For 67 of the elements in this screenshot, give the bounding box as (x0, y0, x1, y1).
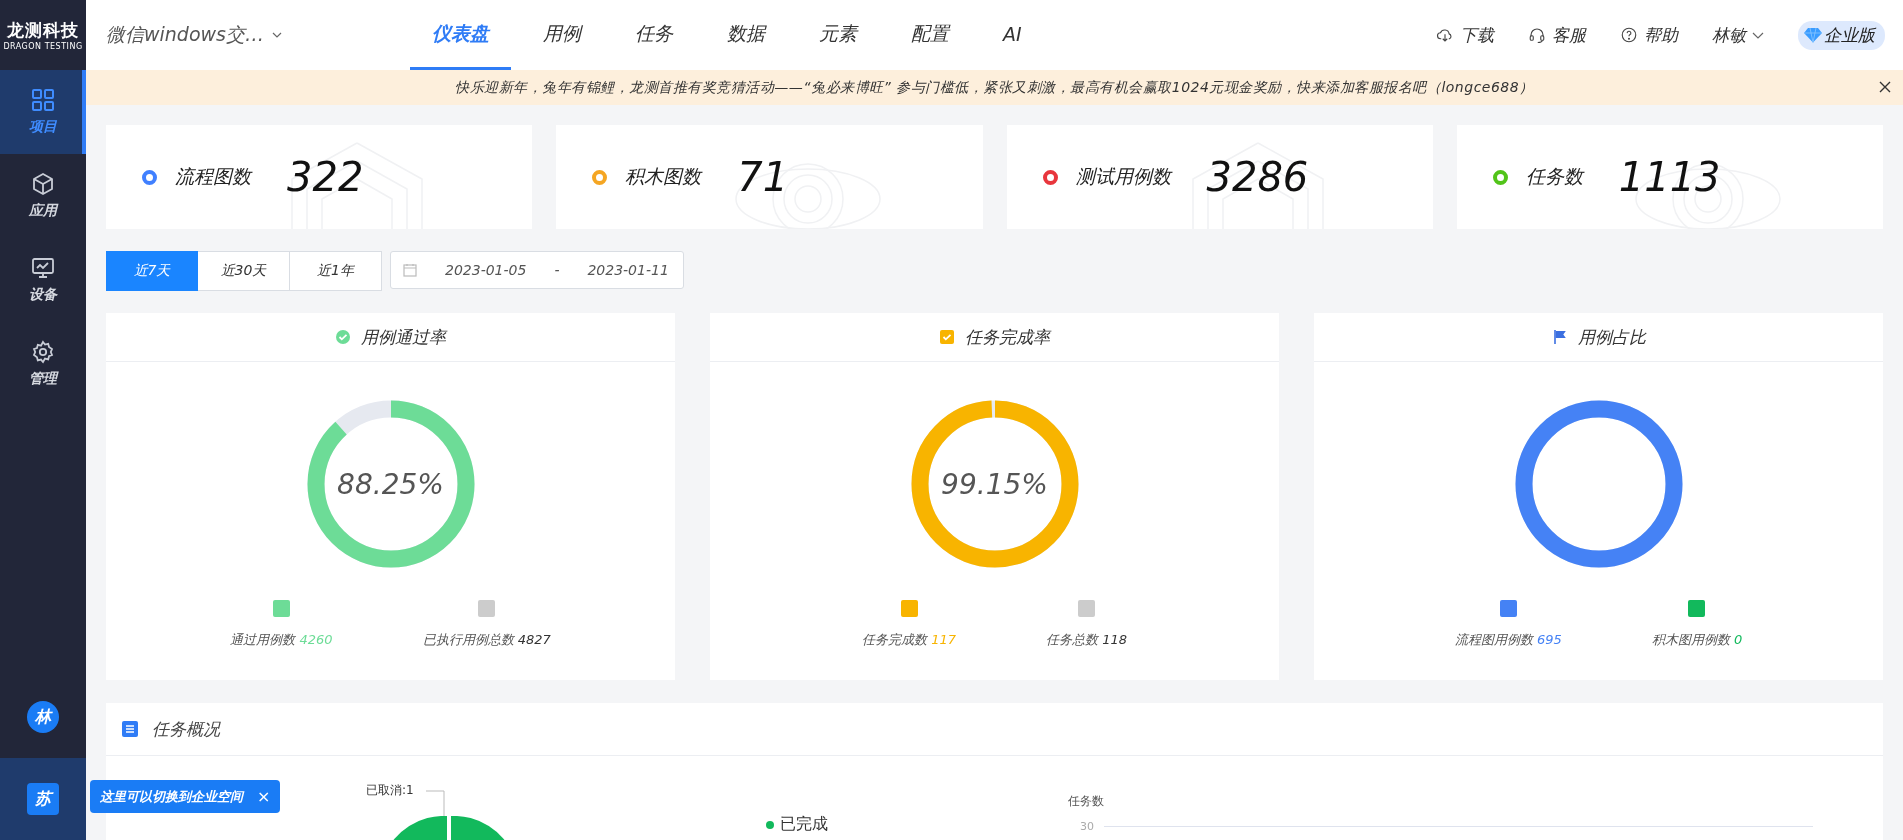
flag-icon (1551, 329, 1568, 345)
grid-icon (31, 88, 55, 112)
nav-tab[interactable]: 任务 (613, 0, 695, 70)
cube-icon (31, 172, 55, 196)
avatar[interactable]: 林 (27, 701, 59, 733)
calendar-icon (403, 263, 417, 277)
tooltip-text: 这里可以切换到企业空间 (100, 787, 243, 806)
stat-value: 322 (287, 154, 364, 200)
close-icon (1879, 81, 1891, 93)
legend-label: 流程图用例数 695 (1454, 631, 1562, 649)
chevron-down-icon (272, 32, 282, 38)
nav-tab[interactable]: 用例 (521, 0, 603, 70)
axis-tick: 30 (1079, 820, 1094, 833)
legend-label: 通过用例数 4260 (230, 631, 333, 649)
chevron-down-icon (1752, 31, 1764, 39)
help-icon (1620, 26, 1638, 44)
project-dropdown[interactable]: 微信windows交… (106, 22, 356, 48)
stat-label: 任务数 (1525, 164, 1583, 189)
avatar[interactable]: 苏 (27, 783, 59, 815)
range-button[interactable]: 近30天 (198, 251, 290, 291)
sidebar-item[interactable]: 管理 (0, 322, 86, 406)
stat-label: 积木图数 (625, 164, 702, 189)
toolbar-link[interactable]: 帮助 (1620, 23, 1678, 47)
pie-label: 已取消:1 (366, 782, 414, 799)
logo-title: 龙测科技 (7, 19, 79, 42)
card-title: 用例占比 (1577, 325, 1646, 349)
monitor-icon (31, 256, 55, 280)
date-range-field[interactable]: 2023-01-05 - 2023-01-11 (390, 251, 684, 289)
card-title: 任务概况 (152, 717, 220, 741)
nav-tab[interactable]: 元素 (797, 0, 879, 70)
toolbar-link[interactable]: 下载 (1436, 23, 1494, 47)
card-title: 用例通过率 (361, 325, 446, 349)
headset-icon (1528, 26, 1546, 44)
close-button[interactable]: × (257, 787, 271, 806)
legend-label: 积木图用例数 0 (1651, 631, 1743, 649)
settings-icon (31, 340, 55, 364)
check-circle-icon (335, 329, 351, 345)
checkbox-icon (939, 329, 955, 345)
logo-subtitle: DRAGON TESTING (3, 42, 83, 51)
legend-label: 任务完成数 117 (862, 631, 956, 649)
nav-tab[interactable]: 数据 (705, 0, 787, 70)
percentage-value: 88.25% (336, 466, 445, 503)
sidebar-item[interactable]: 设备 (0, 238, 86, 322)
toolbar-link[interactable]: 客服 (1528, 23, 1586, 47)
stat-label: 测试用例数 (1075, 164, 1171, 189)
axis-title: 任务数 (1068, 794, 1104, 808)
stat-value: 71 (737, 154, 789, 200)
nav-tab[interactable]: AI (981, 0, 1044, 70)
banner-text: 快乐迎新年，兔年有锦鲤，龙测首推有奖竞猜活动——“兔必来博旺” 参与门槛低，紧张又刺激，最高有机会赢取1024元现金奖励，快来添加客服报名吧（longce688） (455, 78, 1534, 97)
user-menu[interactable]: 林敏 (1712, 23, 1764, 47)
sidebar-item[interactable]: 应用 (0, 154, 86, 238)
card-title: 任务完成率 (965, 325, 1050, 349)
stat-label: 流程图数 (175, 164, 251, 189)
list-icon (122, 721, 138, 737)
range-button[interactable]: 近7天 (106, 251, 198, 291)
nav-tab[interactable]: 配置 (889, 0, 971, 70)
stat-value: 3286 (1206, 154, 1309, 200)
stat-value: 1113 (1618, 154, 1721, 200)
range-button[interactable]: 近1年 (290, 251, 382, 291)
edition-badge[interactable]: 企业版 (1798, 20, 1885, 50)
cloud-download-icon (1436, 26, 1454, 44)
legend-label: 已执行用例总数 4827 (422, 631, 551, 649)
legend-label: 任务总数 118 (1046, 631, 1127, 649)
leader-line (426, 790, 448, 816)
legend-label: 已完成 (780, 814, 828, 835)
percentage-value: 99.15% (940, 466, 1049, 503)
diamond-icon (1804, 27, 1822, 43)
